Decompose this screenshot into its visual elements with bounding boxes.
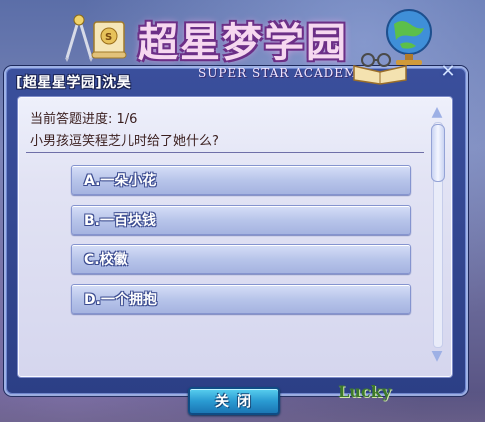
logo-subtitle: SUPER STAR ACADEMY xyxy=(198,66,367,80)
dialog-title: [超星星学园]沈昊 xyxy=(16,75,132,91)
option-a-button[interactable]: A.一朵小花 xyxy=(71,165,411,195)
option-d-button[interactable]: D.一个拥抱 xyxy=(71,284,411,314)
question-text: 小男孩逗笑程芝儿时给了她什么? xyxy=(30,134,219,149)
scrollbar[interactable]: ▲ ▼ xyxy=(428,104,446,366)
progress-text: 当前答题进度: 1/6 xyxy=(30,112,138,127)
option-c-button[interactable]: C.校徽 xyxy=(71,244,411,274)
scroll-up-icon[interactable]: ▲ xyxy=(428,104,446,120)
scroll-icon: S xyxy=(91,21,127,59)
divider xyxy=(26,152,424,153)
book-glasses-icon xyxy=(353,53,407,85)
close-x-icon[interactable]: ✕ xyxy=(438,62,458,82)
scroll-down-icon[interactable]: ▼ xyxy=(428,348,446,364)
option-b-button[interactable]: B.一百块钱 xyxy=(71,205,411,235)
lucky-text: Lucky xyxy=(338,382,392,401)
logo-title: 超星梦学园 xyxy=(138,19,348,66)
game-screen: S 超星梦学园 SUPER STAR ACADEMY [超星星学园]沈昊 ✕ 当… xyxy=(0,0,485,422)
svg-text:S: S xyxy=(105,32,112,43)
scroll-thumb[interactable] xyxy=(431,124,445,182)
close-button[interactable]: 关闭 xyxy=(188,387,280,415)
